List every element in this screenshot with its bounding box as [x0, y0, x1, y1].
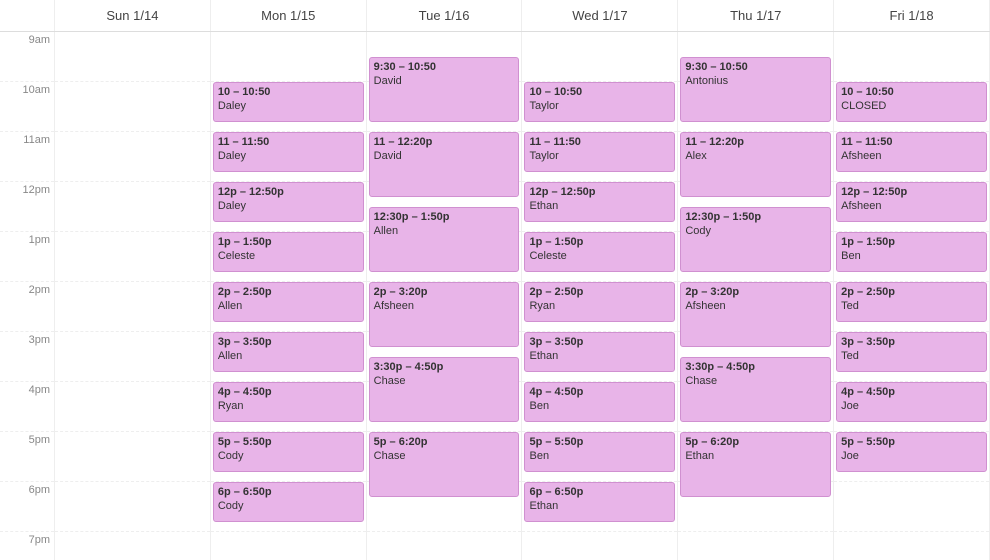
hour-cell [522, 532, 677, 560]
time-col-header [0, 0, 55, 31]
event-block[interactable]: 3p – 3:50pTed [836, 332, 987, 372]
time-label: 10am [0, 82, 54, 132]
header-row: Sun 1/14 Mon 1/15 Tue 1/16 Wed 1/17 Thu … [0, 0, 990, 32]
event-block[interactable]: 5p – 5:50pCody [213, 432, 364, 472]
day-header-tue: Tue 1/16 [367, 0, 523, 31]
event-block[interactable]: 6p – 6:50pEthan [524, 482, 675, 522]
grid-body: 9am10am11am12pm1pm2pm3pm4pm5pm6pm7pm 10 … [0, 32, 990, 560]
time-label: 9am [0, 32, 54, 82]
hour-cell [55, 82, 210, 132]
day-header-thu: Thu 1/17 [678, 0, 834, 31]
event-block[interactable]: 9:30 – 10:50David [369, 57, 520, 122]
event-block[interactable]: 11 – 11:50Taylor [524, 132, 675, 172]
hour-cell [55, 332, 210, 382]
event-block[interactable]: 9:30 – 10:50Antonius [680, 57, 831, 122]
event-block[interactable]: 1p – 1:50pCeleste [524, 232, 675, 272]
day-header-sun: Sun 1/14 [55, 0, 211, 31]
day-col-tue: 9:30 – 10:50David 11 – 12:20pDavid 12:30p … [367, 32, 523, 560]
event-block[interactable]: 10 – 10:50CLOSED [836, 82, 987, 122]
event-block[interactable]: 5p – 5:50pBen [524, 432, 675, 472]
day-header-fri: Fri 1/18 [834, 0, 990, 31]
hour-cell [211, 532, 366, 560]
event-block[interactable]: 12p – 12:50pDaley [213, 182, 364, 222]
calendar-container: Sun 1/14 Mon 1/15 Tue 1/16 Wed 1/17 Thu … [0, 0, 990, 560]
event-block[interactable]: 2p – 3:20pAfsheen [369, 282, 520, 347]
time-label: 2pm [0, 282, 54, 332]
event-block[interactable]: 11 – 12:20pDavid [369, 132, 520, 197]
hour-cell [55, 32, 210, 82]
hour-cell [55, 432, 210, 482]
event-block[interactable]: 12:30p – 1:50pCody [680, 207, 831, 272]
day-header-wed: Wed 1/17 [522, 0, 678, 31]
event-block[interactable]: 1p – 1:50pBen [836, 232, 987, 272]
event-block[interactable]: 4p – 4:50pRyan [213, 382, 364, 422]
day-col-mon: 10 – 10:50Daley 11 – 11:50Daley 12p – 12:5… [211, 32, 367, 560]
event-block[interactable]: 3:30p – 4:50pChase [680, 357, 831, 422]
time-label: 7pm [0, 532, 54, 560]
event-block[interactable]: 11 – 11:50Daley [213, 132, 364, 172]
hour-cell [55, 232, 210, 282]
event-block[interactable]: 10 – 10:50Taylor [524, 82, 675, 122]
hour-cell [211, 32, 366, 82]
hour-cell [678, 532, 833, 560]
event-block[interactable]: 2p – 2:50pTed [836, 282, 987, 322]
hour-cell [55, 532, 210, 560]
day-col-sun [55, 32, 211, 560]
event-block[interactable]: 12p – 12:50pEthan [524, 182, 675, 222]
event-block[interactable]: 12:30p – 1:50pAllen [369, 207, 520, 272]
time-label: 5pm [0, 432, 54, 482]
event-block[interactable]: 5p – 6:20pChase [369, 432, 520, 497]
time-label: 12pm [0, 182, 54, 232]
time-label: 3pm [0, 332, 54, 382]
event-block[interactable]: 5p – 5:50pJoe [836, 432, 987, 472]
time-label: 11am [0, 132, 54, 182]
event-block[interactable]: 11 – 12:20pAlex [680, 132, 831, 197]
event-block[interactable]: 3p – 3:50pAllen [213, 332, 364, 372]
event-block[interactable]: 5p – 6:20pEthan [680, 432, 831, 497]
day-col-wed: 10 – 10:50Taylor 11 – 11:50Taylor 12p – 12… [522, 32, 678, 560]
hour-cell [367, 532, 522, 560]
event-block[interactable]: 3:30p – 4:50pChase [369, 357, 520, 422]
time-label: 6pm [0, 482, 54, 532]
event-block[interactable]: 2p – 2:50pAllen [213, 282, 364, 322]
day-header-mon: Mon 1/15 [211, 0, 367, 31]
hour-cell [55, 482, 210, 532]
hour-cell [834, 532, 989, 560]
day-col-thu: 9:30 – 10:50Antonius 11 – 12:20pAlex 12:30… [678, 32, 834, 560]
event-block[interactable]: 2p – 2:50pRyan [524, 282, 675, 322]
hour-cell [55, 182, 210, 232]
hour-cell [55, 132, 210, 182]
event-block[interactable]: 12p – 12:50pAfsheen [836, 182, 987, 222]
day-col-fri: 10 – 10:50CLOSED 11 – 11:50Afsheen 12p – 1… [834, 32, 990, 560]
event-block[interactable]: 4p – 4:50pBen [524, 382, 675, 422]
event-block[interactable]: 1p – 1:50pCeleste [213, 232, 364, 272]
hour-cell [834, 32, 989, 82]
event-block[interactable]: 6p – 6:50pCody [213, 482, 364, 522]
event-block[interactable]: 2p – 3:20pAfsheen [680, 282, 831, 347]
hour-cell [55, 282, 210, 332]
event-block[interactable]: 11 – 11:50Afsheen [836, 132, 987, 172]
hour-cell [522, 32, 677, 82]
hour-cell [834, 482, 989, 532]
time-label: 4pm [0, 382, 54, 432]
event-block[interactable]: 4p – 4:50pJoe [836, 382, 987, 422]
time-label: 1pm [0, 232, 54, 282]
event-block[interactable]: 10 – 10:50Daley [213, 82, 364, 122]
event-block[interactable]: 3p – 3:50pEthan [524, 332, 675, 372]
hour-cell [55, 382, 210, 432]
time-column: 9am10am11am12pm1pm2pm3pm4pm5pm6pm7pm [0, 32, 55, 560]
